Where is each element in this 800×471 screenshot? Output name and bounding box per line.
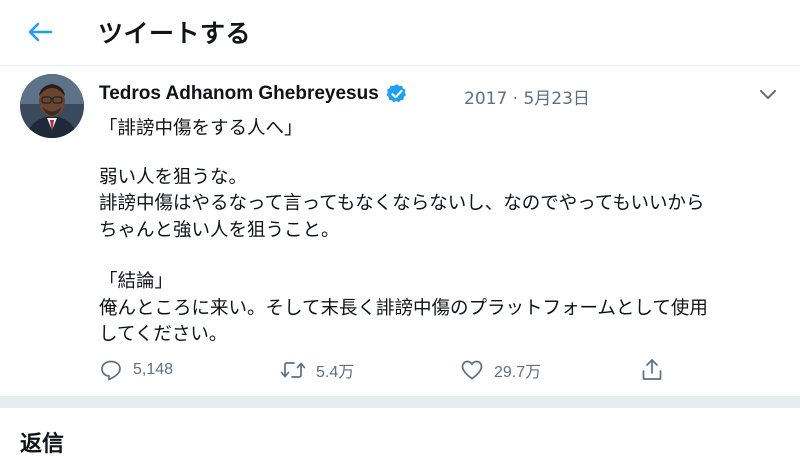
profile-photo-icon [20,74,84,138]
retweet-count: 5.4万 [316,364,355,381]
share-icon [642,359,662,380]
tweet-text-line: 弱い人を狙うな。 [99,166,248,188]
tweet-text-line: ちゃんと強い人を狙うこと。 [99,219,340,241]
avatar[interactable] [20,74,84,138]
tweet-date[interactable]: 2017 · 5月23日 [464,84,590,109]
section-divider [0,396,800,408]
like-count: 29.7万 [494,364,542,381]
tweet-text-line: 誹謗中傷はやるなって言ってもなくならないし、なのでやってもいいから [99,193,705,214]
chevron-down-icon[interactable] [756,85,780,105]
page-title: ツイートする [98,19,252,48]
replies-heading: 返信 [20,432,65,457]
retweet-button[interactable]: 5.4万 [280,358,354,382]
reply-button[interactable]: 5,148 [99,358,173,382]
verified-badge-icon [386,84,406,103]
heart-icon [461,360,483,380]
reply-icon [101,360,121,381]
author-name[interactable]: Tedros Adhanom Ghebreyesus [99,83,379,105]
like-button[interactable]: 29.7万 [460,358,541,382]
retweet-icon [280,362,306,378]
tweet-text-line: してください。 [99,324,228,345]
reply-count: 5,148 [133,361,174,378]
back-button[interactable] [22,17,58,47]
tweet-text-line: 「誹謗中傷をする人へ」 [99,118,303,139]
arrow-left-icon [28,22,53,42]
tweet-text-line: 俺んところに来い。そして末長く誹謗中傷のプラットフォームとして使用 [99,297,708,319]
tweet-text: 「誹謗中傷をする人へ」 弱い人を狙うな。 誹謗中傷はやるなって言ってもなくならな… [99,116,779,349]
tweet-text-line: 「結論」 [99,271,174,292]
share-button[interactable] [640,357,664,383]
top-header: ツイートする [0,0,800,66]
